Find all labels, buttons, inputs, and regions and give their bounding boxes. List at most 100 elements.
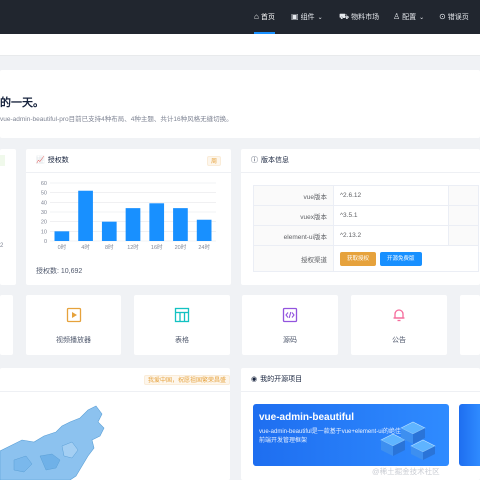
card-header: ◉ 我的开源项目 (241, 368, 480, 392)
y-tick-label: 10 (41, 229, 47, 235)
x-tick-label: 20时 (175, 243, 187, 251)
home-icon: ⌂ (254, 12, 259, 21)
tabs-bar (0, 34, 480, 56)
table-row: vuex版本 ^3.5.1 (253, 205, 479, 226)
x-tick-label: 24时 (198, 243, 210, 251)
bar (196, 219, 212, 241)
isometric-illustration (380, 421, 436, 460)
bar (101, 221, 117, 241)
bell-icon (393, 309, 405, 322)
table-row: 授权渠道 获取授权 开源免费版 (253, 245, 479, 272)
component-icon: ▣ (291, 12, 299, 21)
open-source-card: ◉ 我的开源项目 vue-admin-beautiful vue-admin-be… (241, 368, 480, 480)
shortcut-label: 公告 (392, 337, 406, 344)
shortcut-card-partial (0, 295, 13, 355)
watermark: @稀土掘金技术社区 (372, 467, 440, 476)
table-row: element-ui版本 ^2.13.2 (253, 225, 479, 246)
auth-bar-chart: 0 10 20 30 40 50 60 0时 4时 8时 12时 16时 20时 24时 (41, 181, 216, 251)
y-tick-label: 40 (41, 200, 47, 206)
card-header: 📈 授权数 周 (26, 149, 231, 173)
welcome-greeting: 的一天。 (0, 97, 44, 109)
channel-buttons: 获取授权 开源免费版 (333, 245, 479, 272)
version-value: ^2.13.2 (333, 225, 449, 246)
table-cell-empty (448, 205, 479, 226)
y-tick-label: 20 (41, 220, 47, 226)
free-version-button[interactable]: 开源免费版 (380, 251, 422, 266)
card-title-text: 版本信息 (261, 157, 289, 164)
shortcut-label: 视频播放器 (56, 337, 91, 344)
shortcut-label: 表格 (175, 337, 189, 344)
card-header: 我爱中国，祝愿祖国繁荣昌盛 (0, 368, 231, 392)
info-icon: ⓘ (251, 157, 258, 164)
chevron-down-icon: ⌄ (317, 15, 323, 21)
bar (173, 208, 188, 241)
banner-title: vue-admin-beautiful (259, 412, 355, 423)
table-cell-empty (448, 185, 479, 206)
auth-chart-card: 📈 授权数 周 0 10 20 30 40 50 60 0时 4时 8时 12时 16时 20时 24时 授… (26, 149, 231, 285)
version-key: 授权渠道 (253, 245, 334, 272)
nav-label: 首页 (260, 14, 275, 21)
y-tick-label: 0 (44, 239, 47, 245)
get-license-button[interactable]: 获取授权 (340, 251, 377, 266)
project-banner-partial[interactable] (459, 404, 480, 466)
x-tick-label: 0时 (58, 243, 67, 251)
nav-label: 配置 (402, 14, 417, 21)
nav-label: 错误页 (447, 14, 469, 21)
card-title: 📈 授权数 (36, 149, 69, 173)
bar (125, 208, 141, 241)
card-title-text: 我的开源项目 (260, 376, 303, 383)
x-tick-label: 16时 (151, 243, 163, 251)
table-icon (174, 307, 190, 323)
shortcut-label: 源码 (283, 337, 297, 344)
partial-card: 2 (0, 149, 16, 285)
shortcut-table[interactable]: 表格 (134, 295, 230, 355)
y-tick-label: 60 (41, 181, 47, 187)
partial-tag (0, 155, 5, 166)
auth-count: 授权数: 10,692 (36, 268, 83, 275)
china-map (0, 405, 105, 480)
nav-label: 物料市场 (351, 14, 380, 21)
version-value: ^2.6.12 (333, 185, 449, 206)
nav-item-config[interactable]: ♙ 配置 ⌄ (393, 0, 424, 34)
shortcut-notice[interactable]: 公告 (351, 295, 447, 355)
version-table: vue版本 ^2.6.12 vuex版本 ^3.5.1 element-ui版本… (253, 185, 479, 272)
cart-icon: ⛟ (339, 12, 350, 21)
card-header: ⓘ 版本信息 (241, 149, 480, 173)
nav-item-home[interactable]: ⌂ 首页 (254, 0, 275, 34)
bar (54, 231, 70, 241)
map-tag: 我爱中国，祝愿祖国繁荣昌盛 (144, 375, 231, 385)
shortcut-video[interactable]: 视频播放器 (26, 295, 121, 355)
x-tick-label: 12时 (127, 243, 139, 251)
code-icon (282, 307, 298, 323)
welcome-description: vue-admin-beautiful-pro目前已支持4种布局、4种主题、共计… (0, 116, 233, 123)
version-card: ⓘ 版本信息 vue版本 ^2.6.12 vuex版本 ^3.5.1 elemen… (241, 149, 480, 285)
project-banner[interactable]: vue-admin-beautiful vue-admin-beautiful是… (253, 404, 449, 466)
version-key: element-ui版本 (253, 225, 334, 246)
bar (78, 190, 93, 241)
table-cell-empty (448, 225, 479, 246)
partial-text: 2 (0, 243, 4, 249)
y-tick-label: 50 (41, 191, 47, 197)
x-tick-label: 4时 (81, 243, 90, 251)
y-tick-label: 30 (41, 210, 47, 216)
china-map-card: 我爱中国，祝愿祖国繁荣昌盛 (0, 368, 231, 480)
nav-item-error[interactable]: ⊙ 错误页 (439, 0, 469, 34)
top-navbar: ⌂ 首页 ▣ 组件 ⌄ ⛟ 物料市场 ♙ 配置 ⌄ ⊙ 错误页 (0, 0, 480, 34)
video-icon (66, 307, 81, 323)
card-title-text: 授权数 (47, 157, 69, 164)
shortcut-card-partial (460, 295, 480, 355)
user-config-icon: ♙ (393, 12, 401, 21)
table-row: vue版本 ^2.6.12 (253, 185, 479, 206)
card-title: ◉ 我的开源项目 (251, 368, 302, 392)
github-icon: ◉ (251, 376, 258, 383)
welcome-card: 的一天。 vue-admin-beautiful-pro目前已支持4种布局、4种… (0, 70, 480, 138)
bar (149, 203, 165, 241)
period-tag: 周 (207, 156, 222, 166)
shortcut-source[interactable]: 源码 (242, 295, 338, 355)
nav-item-market[interactable]: ⛟ 物料市场 (339, 0, 379, 34)
nav-label: 组件 (300, 14, 315, 21)
version-value: ^3.5.1 (333, 205, 449, 226)
nav-item-components[interactable]: ▣ 组件 ⌄ (291, 0, 323, 34)
chevron-down-icon: ⌄ (419, 15, 425, 21)
card-title: ⓘ 版本信息 (251, 149, 289, 173)
